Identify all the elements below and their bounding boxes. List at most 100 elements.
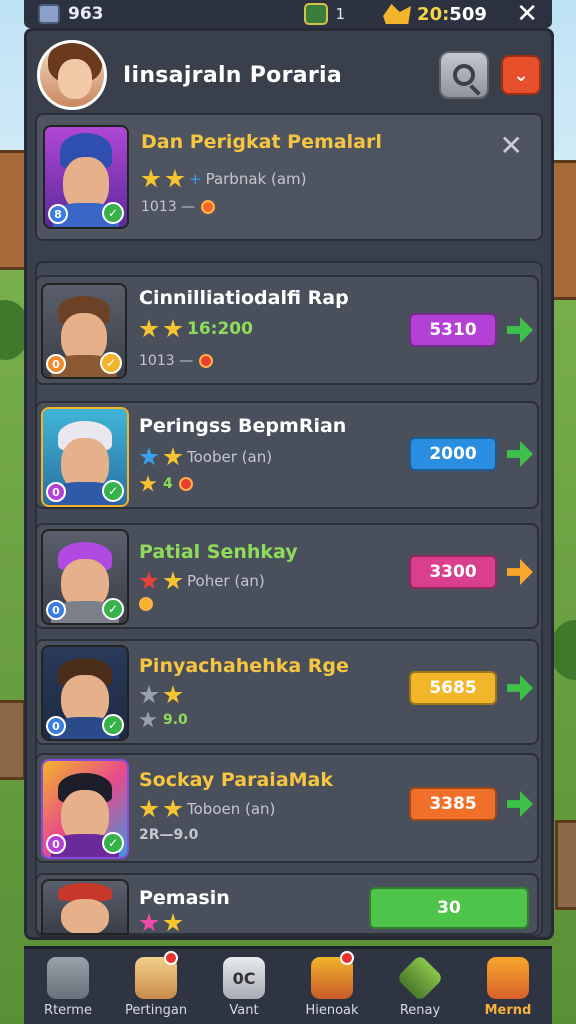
list-item[interactable]: Pemasin 30 [35,873,539,935]
star-icon [163,685,183,704]
player-stat: Poher (an) [187,572,265,590]
player-info-row [139,597,153,611]
plus-icon: + [189,170,202,188]
value-button[interactable]: 30 [369,887,529,929]
player-portrait: 0 ✓ [41,529,129,625]
player-stat: Toboen (an) [187,800,276,818]
nav-label: Vant [229,1003,259,1018]
rank-badge: 0 [46,354,66,374]
nav-label: Pertingan [124,1003,188,1018]
value-button[interactable]: 5310 [409,313,497,347]
player-portrait: 0 ✓ [41,759,129,859]
arrow-right-icon[interactable] [507,441,533,467]
arrow-right-icon[interactable] [507,317,533,343]
star-icon [139,475,157,492]
player-stat-row [139,913,183,933]
nav-item-vant[interactable]: 0C Vant [200,949,288,1024]
featured-name: Dan Perigkat Pemalarl [141,131,382,153]
star-icon [163,319,183,338]
avatar[interactable] [37,40,107,110]
value-button[interactable]: 2000 [409,437,497,471]
nav-label: Mernd [484,1003,532,1018]
player-stat-row: Toboen (an) [139,799,275,819]
bottom-navigation: Rterme Pertingan 0C Vant Hienoak Renay M… [24,946,552,1024]
check-icon: ✓ [102,832,124,854]
player-name: Pemasin [139,887,230,909]
featured-subtitle-row: + Parbnak (am) [141,169,307,189]
coin-icon [139,597,153,611]
star-icon [139,685,159,704]
panel-header: Iinsajraln Poraria ⌄ [37,37,541,113]
dropdown-button[interactable]: ⌄ [501,55,541,95]
player-portrait: 8 ✓ [43,125,129,229]
player-name: Cinnilliatiodalfi Rap [139,287,349,309]
list-item[interactable]: 0 ✓ Patial Senhkay Poher (an) 3300 [35,523,539,629]
top-status-bar: 963 1 20:509 ✕ [24,0,552,28]
star-icon [163,913,183,932]
player-info-row: 4 [139,475,193,493]
nav-item-rterme[interactable]: Rterme [24,949,112,1024]
nav-item-hienoak[interactable]: Hienoak [288,949,376,1024]
search-button[interactable] [439,51,489,99]
player-portrait: 0 ✓ [41,645,129,741]
check-icon: ✓ [102,480,124,502]
notification-dot [340,951,354,965]
arrow-right-icon[interactable] [507,559,533,585]
star-icon [139,447,159,466]
player-portrait: 0 ✓ [41,283,127,379]
notification-dot [164,951,178,965]
chest-icon [487,957,529,999]
value-button[interactable]: 3300 [409,555,497,589]
nav-item-pertingan[interactable]: Pertingan [112,949,200,1024]
player-list-panel: Iinsajraln Poraria ⌄ 8 ✓ Dan Perigkat Pe… [24,28,554,940]
nav-label: Hienoak [305,1003,359,1018]
player-stat-row: Toober (an) [139,447,272,467]
coin-icon [199,354,214,368]
nav-label: Rterme [44,1003,92,1018]
nav-label: Renay [399,1003,441,1018]
player-stat: Toober (an) [187,448,273,466]
rank-badge: 8 [48,204,68,224]
featured-subtitle: Parbnak (am) [205,170,307,188]
player-portrait [41,879,129,935]
arrow-right-icon[interactable] [507,675,533,701]
value-button[interactable]: 3385 [409,787,497,821]
list-item[interactable]: 0 ✓ Pinyachahehka Rge 9.0 5685 [35,639,539,745]
player-info-row: 1013 — [139,353,214,369]
player-stat: 16:200 [187,319,253,339]
star-icon [139,913,159,932]
arrow-right-icon[interactable] [507,791,533,817]
gold-icon [383,4,412,24]
player-info-row: 9.0 [139,711,188,729]
nav-item-renay[interactable]: Renay [376,949,464,1024]
list-item[interactable]: 0 ✓ Peringss BepmRian Toober (an) 4 2000 [35,401,539,509]
star-icon [163,447,183,466]
star-icon [139,319,159,338]
nav-item-mernd[interactable]: Mernd [464,949,552,1024]
value-button[interactable]: 5685 [409,671,497,705]
check-icon: ✓ [102,598,124,620]
coin-icon [201,200,216,214]
search-icon [453,64,475,86]
player-icon [38,4,60,24]
player-name: Sockay ParaiaMak [139,769,333,791]
gold-timer: 20:509 [417,4,487,25]
featured-info-row: 1013 — [141,199,216,215]
player-info: 9.0 [163,712,188,728]
player-name: Pinyachahehka Rge [139,655,349,677]
featured-player-card[interactable]: 8 ✓ Dan Perigkat Pemalarl + Parbnak (am)… [35,113,543,241]
list-item[interactable]: 0 ✓ Sockay ParaiaMak Toboen (an) 2R—9.0 … [35,753,539,863]
star-icon [139,571,159,590]
star-icon [163,799,183,818]
close-icon[interactable]: ✕ [516,1,538,27]
page-title: Iinsajraln Poraria [123,62,342,88]
rank-badge: 0 [46,600,66,620]
rank-badge: 0 [46,834,66,854]
level-value: 1 [335,5,346,23]
star-icon [139,711,157,728]
close-featured-icon[interactable]: ✕ [500,129,523,162]
list-item[interactable]: 0 ✓ Cinnilliatiodalfi Rap 16:200 1013 — … [35,275,539,385]
star-icon [139,799,159,818]
gem-icon [303,3,328,25]
rank-badge: 0 [46,716,66,736]
